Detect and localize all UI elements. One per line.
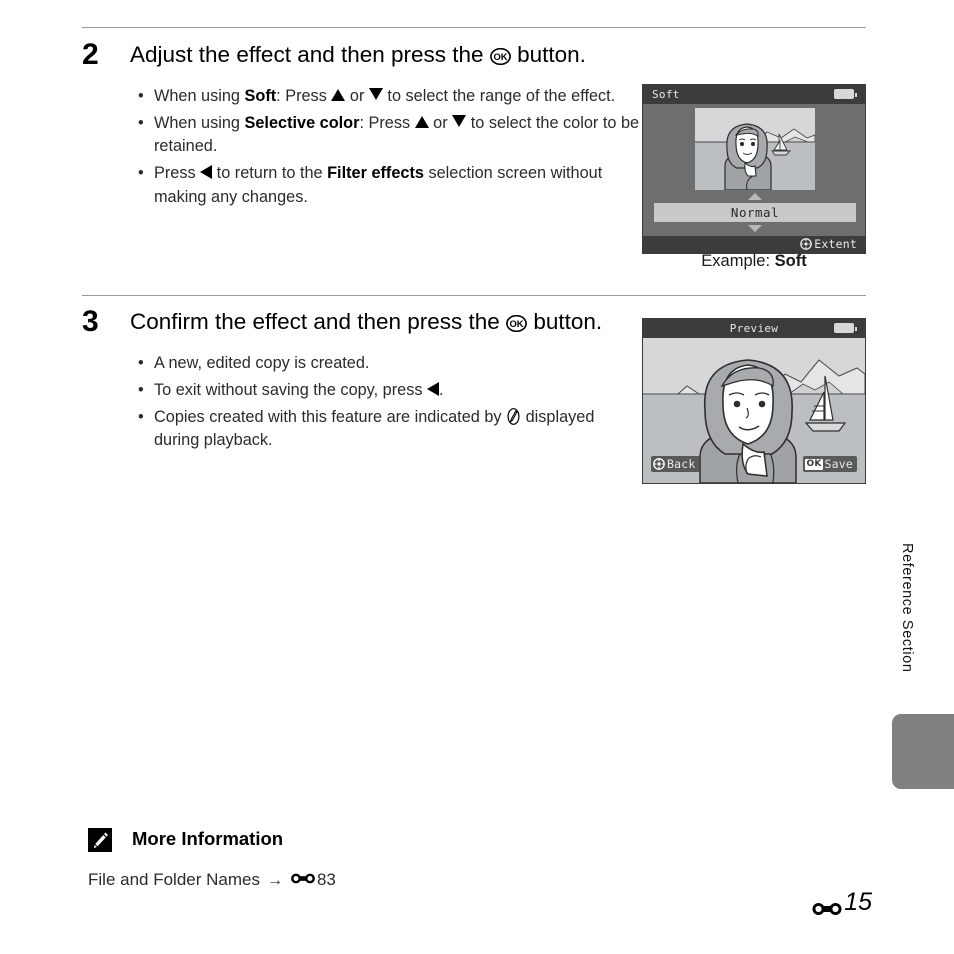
retouch-pencil-icon xyxy=(506,408,521,426)
caption-value: Soft xyxy=(774,252,807,270)
page-number: 15 xyxy=(811,888,872,917)
triangle-left-icon xyxy=(427,382,439,397)
bullet-dot-icon: • xyxy=(138,354,144,372)
preview-back-label: Back xyxy=(667,457,696,471)
step-3-number: 3 xyxy=(82,305,99,338)
e-symbol-icon xyxy=(811,895,843,915)
page-number-value: 15 xyxy=(844,888,872,916)
bullet-dot-icon: • xyxy=(138,87,144,105)
soft-preview-thumbnail xyxy=(695,108,815,190)
camera-screen-soft: Soft Normal Extent xyxy=(642,84,866,254)
preview-screen-title: Preview xyxy=(729,322,779,335)
bullet-text: Press to return to the Filter effects se… xyxy=(154,164,603,206)
step-3-heading-text-before: Confirm the effect and then press the xyxy=(130,309,500,334)
triangle-up-icon xyxy=(414,116,429,129)
more-information-title: More Information xyxy=(132,828,284,849)
triangle-up-icon xyxy=(331,89,346,101)
more-information-ref-page: 83 xyxy=(316,870,336,889)
soft-screen-caption: Example: Soft xyxy=(642,252,866,271)
battery-full-icon xyxy=(834,323,857,333)
e-symbol-icon xyxy=(290,870,316,884)
ok-badge-icon: OK xyxy=(805,458,823,470)
svg-text:OK: OK xyxy=(493,51,507,62)
pencil-note-icon xyxy=(88,828,112,852)
step-3-heading: Confirm the effect and then press the OK… xyxy=(130,309,602,335)
step-2-heading-text-after: button. xyxy=(517,42,586,67)
ok-button-icon: OK xyxy=(506,315,527,332)
triangle-down-icon xyxy=(368,88,383,100)
step-2-heading: Adjust the effect and then press the OK … xyxy=(130,42,586,68)
list-item: • To exit without saving the copy, press… xyxy=(132,379,642,402)
soft-screen-title: Soft xyxy=(652,88,680,101)
divider-top xyxy=(82,27,866,28)
camera-screen-preview: Preview Back OK Save xyxy=(642,318,866,484)
bullet-dot-icon: • xyxy=(138,164,144,183)
manual-page: 2 Adjust the effect and then press the O… xyxy=(0,0,954,954)
selector-up-arrow-icon xyxy=(748,193,762,200)
list-item: • A new, edited copy is created. xyxy=(132,352,642,375)
triangle-down-icon xyxy=(452,115,467,128)
bullet-text: To exit without saving the copy, press . xyxy=(154,381,444,400)
step-3-bullets: • A new, edited copy is created. • To ex… xyxy=(132,352,642,457)
divider-middle xyxy=(82,295,866,296)
list-item: • Copies created with this feature are i… xyxy=(132,406,642,452)
preview-hint-back[interactable]: Back xyxy=(651,456,700,472)
section-tab-label: Reference Section xyxy=(899,543,915,673)
step-2-number: 2 xyxy=(82,38,99,71)
more-information-entry: File and Folder Names → 83 xyxy=(88,870,336,890)
bullet-text: A new, edited copy is created. xyxy=(154,354,370,372)
list-item: • When using Soft: Press or to select th… xyxy=(132,85,642,108)
preview-save-label: Save xyxy=(824,457,853,471)
rotary-multi-selector-icon xyxy=(653,458,665,470)
triangle-left-icon xyxy=(200,165,213,180)
section-tab xyxy=(892,714,954,789)
arrow-right-icon: → xyxy=(266,872,283,889)
bullet-text: Copies created with this feature are ind… xyxy=(154,408,595,450)
soft-hint-label: Extent xyxy=(814,237,857,251)
soft-selector-value[interactable]: Normal xyxy=(654,203,856,222)
step-2-bullets: • When using Soft: Press or to select th… xyxy=(132,85,642,213)
svg-text:OK: OK xyxy=(510,318,524,329)
soft-hint-extent: Extent xyxy=(800,237,857,251)
selector-down-arrow-icon xyxy=(748,225,762,232)
bullet-text: When using Selective color: Press or to … xyxy=(154,114,640,156)
caption-prefix: Example: xyxy=(701,252,775,270)
list-item: • When using Selective color: Press or t… xyxy=(132,112,642,158)
bullet-dot-icon: • xyxy=(138,381,144,400)
ok-button-icon: OK xyxy=(489,48,511,65)
battery-full-icon xyxy=(834,89,857,99)
list-item: • Press to return to the Filter effects … xyxy=(132,162,642,208)
bullet-dot-icon: • xyxy=(138,408,144,427)
bullet-text: When using Soft: Press or to select the … xyxy=(154,87,616,105)
step-2-heading-text-before: Adjust the effect and then press the xyxy=(130,42,484,67)
more-information-entry-label: File and Folder Names xyxy=(88,870,260,889)
step-3-heading-text-after: button. xyxy=(533,309,603,334)
bullet-dot-icon: • xyxy=(138,114,144,133)
preview-hint-save[interactable]: OK Save xyxy=(803,456,857,472)
rotary-multi-selector-icon xyxy=(800,238,813,250)
